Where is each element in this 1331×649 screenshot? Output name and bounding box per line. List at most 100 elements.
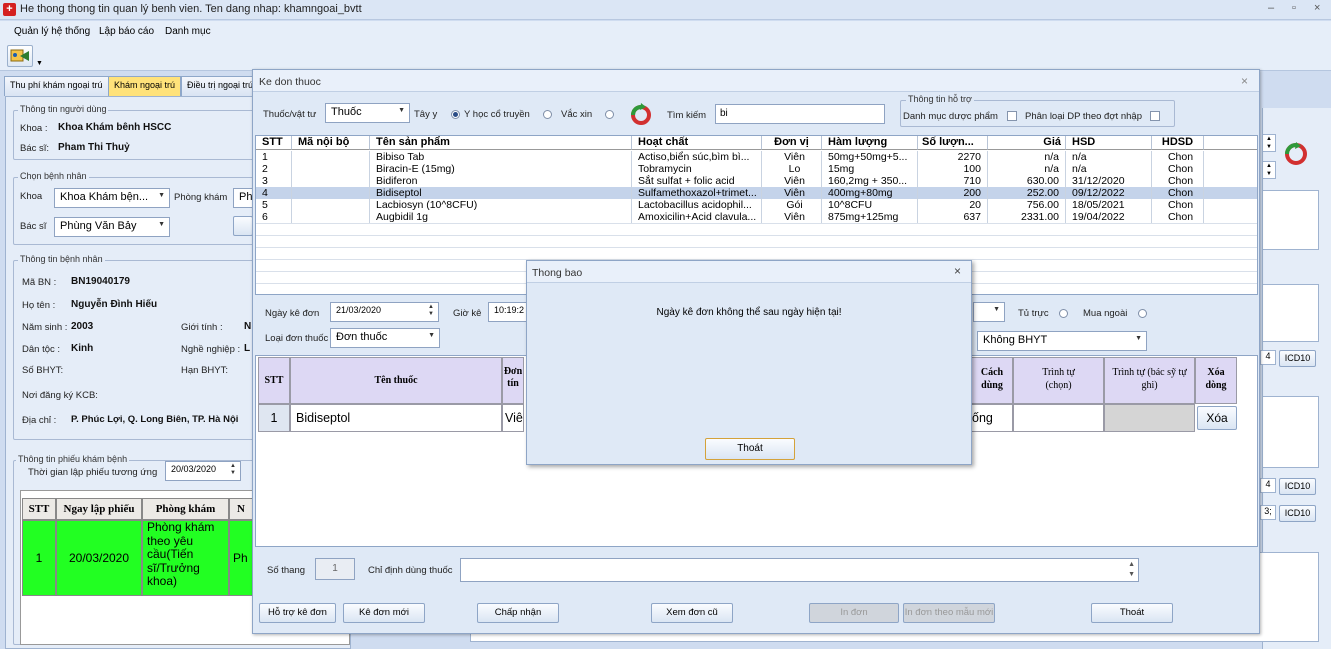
menu-lap-bao-cao[interactable]: Lập báo cáo [99, 26, 154, 37]
menu-danh-muc[interactable]: Danh mục [165, 26, 211, 37]
grid-cell-hsd[interactable]: 19/04/2022 [1066, 211, 1152, 223]
tab-kham-ngoai-tru[interactable]: Khám ngoại trú [108, 76, 182, 96]
grid-cell-ham-luong[interactable]: 160,2mg + 350... [822, 175, 918, 187]
table-row-stt[interactable]: 1 [22, 520, 56, 596]
phongkham-select[interactable]: Ph [233, 188, 253, 208]
rx-row-don[interactable]: Viê [502, 404, 524, 432]
grid-cell-gia[interactable]: 2331.00 [988, 211, 1066, 223]
right-textarea-1[interactable] [1262, 190, 1319, 250]
grid-cell-stt[interactable]: 1 [256, 151, 292, 163]
table-row[interactable]: 3 Bidiferon Sắt sulfat + folic acid Viên 160… [256, 175, 1257, 187]
grid-cell-hdsd[interactable]: Chon [1152, 151, 1204, 163]
rx-row-ten-thuoc[interactable]: Bidiseptol [290, 404, 502, 432]
grid-cell-so-luong[interactable]: 20 [918, 199, 988, 211]
toolbar-action-button[interactable] [7, 45, 33, 67]
chon-bacsi-select[interactable]: Phùng Văn Bảy ▼ [54, 217, 170, 237]
close-icon[interactable]: × [1241, 74, 1248, 88]
grid-cell-ma-noi-bo[interactable] [292, 199, 370, 211]
refresh-icon[interactable] [1284, 142, 1308, 169]
tay-y-radio[interactable] [451, 110, 460, 119]
table-row-n[interactable]: Ph [229, 520, 253, 596]
icd10-button[interactable]: ICD10 [1279, 505, 1316, 522]
grid-cell-ham-luong[interactable]: 15mg [822, 163, 918, 175]
grid-cell-ma-noi-bo[interactable] [292, 163, 370, 175]
right-textarea-2[interactable] [1262, 284, 1319, 342]
grid-cell-so-luong[interactable]: 710 [918, 175, 988, 187]
grid-cell-stt[interactable]: 4 [256, 187, 292, 199]
spin-arrows-icon[interactable]: ▲ ▼ [230, 463, 236, 477]
grid-cell-hsd[interactable]: n/a [1066, 151, 1152, 163]
close-icon[interactable]: × [954, 264, 961, 278]
thoat-dialog-button[interactable]: Thoát [1091, 603, 1173, 623]
minimize-button[interactable]: – [1268, 2, 1274, 14]
right-textarea-3[interactable] [1262, 396, 1319, 468]
so-thang-input[interactable]: 1 [315, 558, 355, 580]
grid-cell-ten-san-pham[interactable]: Bidiseptol [370, 187, 632, 199]
tab-dieu-tri-ngoai-tru[interactable]: Điều trị ngoại trú [181, 76, 253, 96]
table-row[interactable]: 1 Bibiso Tab Actiso,biển súc,bìm bì... Viên… [256, 151, 1257, 163]
table-row[interactable]: 6 Augbidil 1g Amoxicilin+Acid clavula... Vi… [256, 211, 1257, 223]
spin-arrows-icon[interactable]: ▲ ▼ [1128, 560, 1135, 580]
chi-dinh-dung-thuoc-input[interactable]: ▲ ▼ [460, 558, 1139, 582]
table-row-date[interactable]: 20/03/2020 [56, 520, 142, 596]
hidden-select[interactable]: ▼ [973, 302, 1005, 322]
grid-cell-so-luong[interactable]: 200 [918, 187, 988, 199]
table-row[interactable]: 5 Lacbiosyn (10^8CFU) Lactobacillus acidop… [256, 199, 1257, 211]
grid-cell-hoat-chat[interactable]: Sulfamethoxazol+trimet... [632, 187, 762, 199]
grid-cell-hoat-chat[interactable]: Lactobacillus acidophil... [632, 199, 762, 211]
loai-don-thuoc-select[interactable]: Đơn thuốc ▼ [330, 328, 440, 348]
grid-cell-ten-san-pham[interactable]: Lacbiosyn (10^8CFU) [370, 199, 632, 211]
menu-quan-ly-he-thong[interactable]: Quản lý hệ thống [14, 26, 90, 37]
grid-cell-ham-luong[interactable]: 400mg+80mg [822, 187, 918, 199]
grid-cell-gia[interactable]: n/a [988, 151, 1066, 163]
grid-cell-ma-noi-bo[interactable] [292, 211, 370, 223]
ke-don-moi-button[interactable]: Kê đơn mới [343, 603, 425, 623]
grid-cell-hoat-chat[interactable]: Amoxicilin+Acid clavula... [632, 211, 762, 223]
grid-cell-don-vi[interactable]: Lo [762, 163, 822, 175]
tab-thu-phi-kham-ngoai-tru[interactable]: Thu phí khám ngoại trú [4, 76, 109, 96]
icd10-button[interactable]: ICD10 [1279, 350, 1316, 367]
y-hoc-co-truyen-radio[interactable] [543, 110, 552, 119]
grid-cell-gia[interactable]: 630.00 [988, 175, 1066, 187]
grid-cell-ma-noi-bo[interactable] [292, 151, 370, 163]
grid-cell-ma-noi-bo[interactable] [292, 175, 370, 187]
maximize-button[interactable]: ▫ [1292, 2, 1296, 14]
xem-don-cu-button[interactable]: Xem đơn cũ [651, 603, 733, 623]
grid-cell-ten-san-pham[interactable]: Bidiferon [370, 175, 632, 187]
message-ok-button[interactable]: Thoát [705, 438, 795, 460]
in-don-theo-mau-moi-button[interactable]: In đơn theo mẫu mới [903, 603, 995, 623]
grid-cell-hdsd[interactable]: Chon [1152, 187, 1204, 199]
vac-xin-radio[interactable] [605, 110, 614, 119]
grid-cell-gia[interactable]: 756.00 [988, 199, 1066, 211]
right-number-2[interactable]: 4 [1260, 478, 1276, 493]
grid-cell-stt[interactable]: 3 [256, 175, 292, 187]
phan-loai-dp-checkbox[interactable] [1150, 111, 1160, 121]
grid-cell-hsd[interactable]: 31/12/2020 [1066, 175, 1152, 187]
grid-cell-hsd[interactable]: 18/05/2021 [1066, 199, 1152, 211]
grid-cell-so-luong[interactable]: 637 [918, 211, 988, 223]
grid-cell-hdsd[interactable]: Chon [1152, 199, 1204, 211]
toolbar-dropdown-icon[interactable]: ▼ [36, 60, 43, 67]
right-number-1[interactable]: 4 [1260, 350, 1276, 365]
chon-khoa-select[interactable]: Khoa Khám bện... ▼ [54, 188, 170, 208]
spin-arrows-icon[interactable]: ▲ ▼ [1262, 134, 1276, 152]
grid-cell-hdsd[interactable]: Chon [1152, 211, 1204, 223]
gio-ke-input[interactable]: 10:19:2 [488, 302, 528, 322]
rx-row-cach-dung[interactable]: ống [971, 404, 1013, 432]
grid-cell-ham-luong[interactable]: 10^8CFU [822, 199, 918, 211]
grid-cell-don-vi[interactable]: Viên [762, 175, 822, 187]
table-row[interactable]: 2 Biracin-E (15mg) Tobramycin Lo 15mg 100 n/a n… [256, 163, 1257, 175]
right-number-3[interactable]: 3; [1260, 505, 1276, 520]
grid-cell-hsd[interactable]: 09/12/2022 [1066, 187, 1152, 199]
grid-cell-ham-luong[interactable]: 50mg+50mg+5... [822, 151, 918, 163]
thoigian-date-input[interactable]: 20/03/2020 ▲ ▼ [165, 461, 241, 481]
thuoc-vattu-select[interactable]: Thuốc ▼ [325, 103, 410, 123]
grid-cell-don-vi[interactable]: Gói [762, 199, 822, 211]
spin-arrows-icon[interactable]: ▲ ▼ [1262, 161, 1276, 179]
close-app-button[interactable]: × [1314, 2, 1320, 14]
table-row[interactable]: 4 Bidiseptol Sulfamethoxazol+trimet... Viên… [256, 187, 1257, 199]
grid-cell-gia[interactable]: n/a [988, 163, 1066, 175]
bhyt-select[interactable]: Không BHYT ▼ [977, 331, 1147, 351]
grid-cell-stt[interactable]: 6 [256, 211, 292, 223]
grid-cell-ma-noi-bo[interactable] [292, 187, 370, 199]
